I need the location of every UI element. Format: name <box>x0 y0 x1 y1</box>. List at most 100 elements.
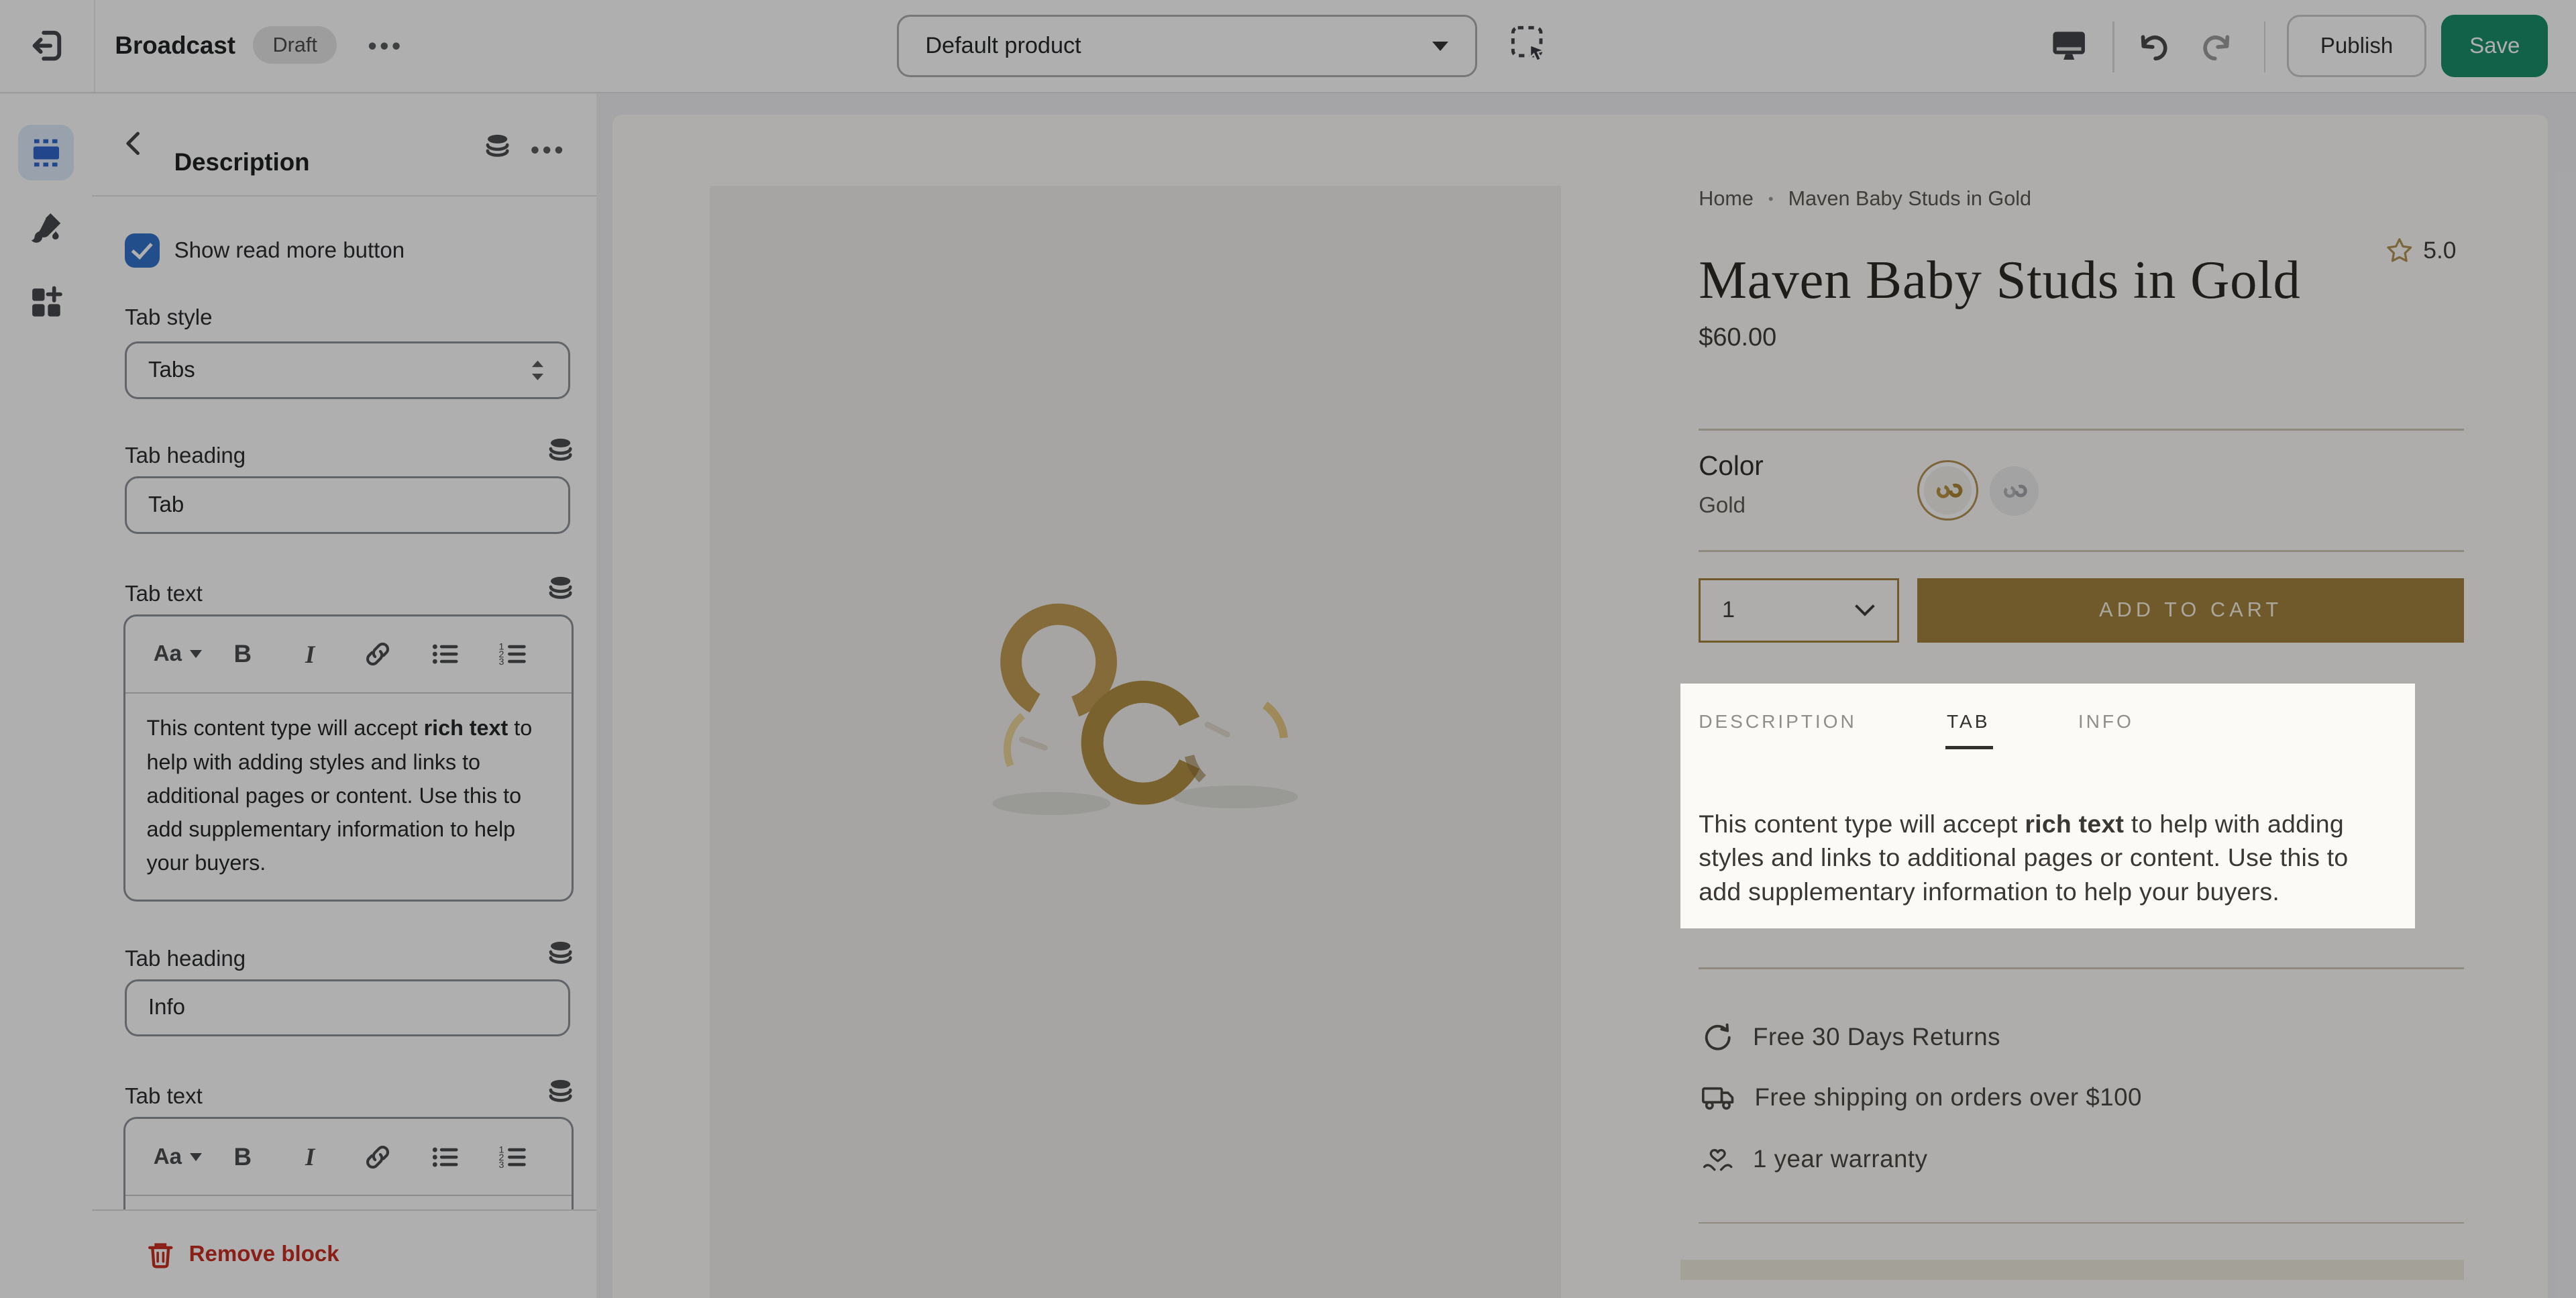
show-read-more-checkbox[interactable] <box>125 233 159 268</box>
numbered-list-icon: 1 2 3 <box>497 1142 527 1172</box>
tab-heading-input[interactable]: Tab <box>125 476 570 534</box>
rail-app-embeds-button[interactable] <box>18 274 74 330</box>
tab-panel-text: This content type will accept rich text … <box>1699 807 2395 908</box>
bullet-list-button[interactable] <box>411 1132 478 1181</box>
feature-text: Free 30 Days Returns <box>1753 1023 2000 1051</box>
link-button[interactable] <box>343 1132 411 1181</box>
description-tabs-block[interactable]: DESCRIPTION TAB INFO This content type w… <box>1680 684 2415 928</box>
numbered-list-button[interactable]: 1 2 3 <box>478 1132 545 1181</box>
page-selector-dropdown[interactable]: Default product <box>897 15 1477 77</box>
redo-button[interactable] <box>2198 28 2235 64</box>
chevron-down-icon <box>190 650 202 658</box>
numbered-list-button[interactable]: 1 2 3 <box>478 629 545 678</box>
chevron-down-icon <box>190 1153 202 1161</box>
link-icon <box>363 1142 392 1172</box>
more-horizontal-icon: ••• <box>531 136 566 164</box>
feature-text: 1 year warranty <box>1753 1145 1927 1173</box>
breadcrumb-current: Maven Baby Studs in Gold <box>1788 187 2031 211</box>
divider <box>1699 429 2464 430</box>
feature-row: Free shipping on orders over $100 <box>1701 1081 2142 1114</box>
inspect-element-button[interactable] <box>1508 23 1554 69</box>
more-horizontal-icon: ••• <box>368 32 404 60</box>
product-rating: 5.0 <box>2385 237 2457 265</box>
bold-button[interactable]: B <box>209 629 276 678</box>
italic-button[interactable]: I <box>276 629 343 678</box>
tab-description[interactable]: DESCRIPTION <box>1699 711 1857 733</box>
remove-block-label: Remove block <box>189 1242 339 1267</box>
active-tab-underline <box>1945 746 1993 749</box>
bullet-list-button[interactable] <box>411 629 478 678</box>
panel-header: Description ••• <box>92 94 596 197</box>
link-button[interactable] <box>343 629 411 678</box>
theme-name: Broadcast <box>115 32 235 60</box>
bold-button[interactable]: B <box>209 1132 276 1181</box>
save-button[interactable]: Save <box>2441 15 2548 77</box>
rating-value: 5.0 <box>2423 237 2456 264</box>
feature-row: 1 year warranty <box>1701 1142 1928 1176</box>
paintbrush-icon <box>29 211 63 246</box>
next-section-edge <box>1680 1260 2464 1279</box>
dynamic-source-icon[interactable] <box>547 575 574 601</box>
tab-info[interactable]: INFO <box>2078 711 2134 733</box>
dynamic-source-icon[interactable] <box>547 1078 574 1104</box>
selection-tool-icon <box>1508 23 1554 69</box>
divider <box>1699 550 2464 551</box>
tab-text-value[interactable]: This content type will accept rich text … <box>125 694 572 898</box>
editor-rail <box>0 94 93 1298</box>
text-format-button[interactable]: Aa <box>146 629 209 678</box>
tab-text-editor: Aa B I <box>123 1117 574 1211</box>
numbered-list-icon: 1 2 3 <box>497 639 527 669</box>
text-format-button[interactable]: Aa <box>146 1132 209 1181</box>
tab-heading-label: Tab heading <box>125 947 246 972</box>
svg-text:3: 3 <box>499 657 504 667</box>
storefront-preview: Home • Maven Baby Studs in Gold Maven Ba… <box>612 115 2548 1297</box>
tab-heading-input[interactable]: Info <box>125 979 570 1037</box>
color-swatch-silver[interactable] <box>1990 466 2039 515</box>
tab-tab[interactable]: TAB <box>1947 711 1990 733</box>
trash-icon <box>145 1239 176 1270</box>
undo-icon <box>2136 28 2172 64</box>
status-badge: Draft <box>253 26 337 64</box>
product-title: Maven Baby Studs in Gold <box>1699 250 2300 311</box>
panel-title: Description <box>174 148 310 176</box>
dynamic-source-icon[interactable] <box>547 437 574 463</box>
divider <box>2264 21 2265 72</box>
quantity-select[interactable]: 1 <box>1699 578 1899 643</box>
italic-button[interactable]: I <box>276 1132 343 1181</box>
richtext-toolbar: Aa B I <box>125 1119 572 1196</box>
tab-style-label: Tab style <box>125 305 212 331</box>
tab-style-value: Tabs <box>148 358 529 383</box>
block-more-menu-button[interactable]: ••• <box>531 138 566 164</box>
page-selector-value: Default product <box>925 33 1432 59</box>
theme-more-menu-button[interactable]: ••• <box>368 34 404 60</box>
tab-text-label: Tab text <box>125 1084 203 1110</box>
bullet-list-icon <box>430 1142 460 1172</box>
dynamic-source-icon[interactable] <box>547 940 574 966</box>
tab-heading-label: Tab heading <box>125 443 246 469</box>
publish-button[interactable]: Publish <box>2287 15 2426 77</box>
rail-sections-button[interactable] <box>18 125 74 180</box>
color-option-value: Gold <box>1699 493 1746 519</box>
dynamic-source-button[interactable] <box>484 133 511 159</box>
divider <box>2112 21 2114 72</box>
remove-block-button[interactable]: Remove block <box>135 1237 350 1271</box>
tab-text-editor: Aa B I <box>123 614 574 902</box>
gold-earrings-image <box>710 186 1561 1298</box>
tab-heading-value: Tab <box>148 492 184 518</box>
preview-canvas: Home • Maven Baby Studs in Gold Maven Ba… <box>596 94 2576 1298</box>
undo-button[interactable] <box>2136 28 2172 64</box>
back-button[interactable] <box>121 129 146 158</box>
color-swatch-gold[interactable] <box>1917 460 1978 521</box>
tab-style-select[interactable]: Tabs <box>125 341 570 399</box>
redo-icon <box>2198 28 2235 64</box>
breadcrumb-home-link[interactable]: Home <box>1699 187 1754 211</box>
dynamic-source-icon <box>484 133 511 159</box>
chevron-down-icon <box>1854 604 1876 617</box>
show-read-more-label: Show read more button <box>174 238 405 264</box>
device-preview-button[interactable] <box>2050 28 2088 64</box>
tab-text-label: Tab text <box>125 582 203 607</box>
star-icon <box>2385 237 2414 265</box>
add-to-cart-button[interactable]: ADD TO CART <box>1917 578 2465 643</box>
rail-theme-settings-button[interactable] <box>18 201 74 256</box>
exit-editor-button[interactable] <box>28 27 66 64</box>
